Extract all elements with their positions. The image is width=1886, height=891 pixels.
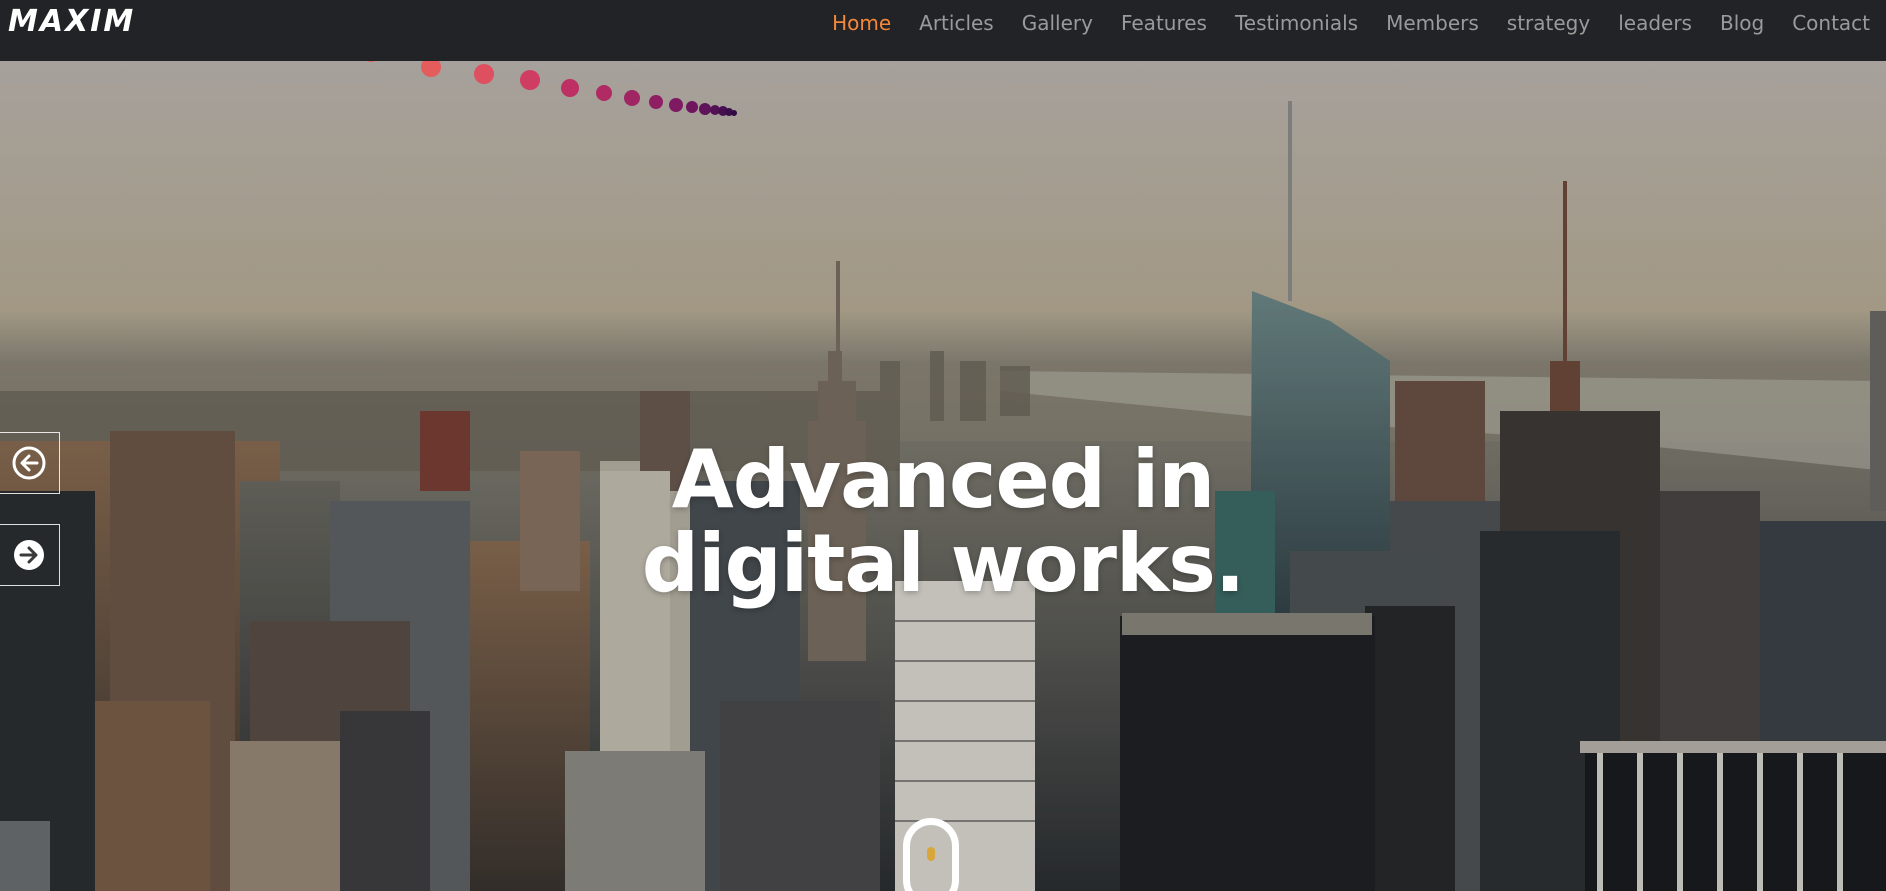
nav-item-articles[interactable]: Articles [905, 11, 1008, 35]
navbar: MAXIM Home Articles Gallery Features Tes… [0, 0, 1886, 61]
nav-item-members[interactable]: Members [1372, 11, 1493, 35]
nav-item-features[interactable]: Features [1107, 11, 1221, 35]
nav-item-testimonials[interactable]: Testimonials [1221, 11, 1372, 35]
mouse-scroll-icon [927, 847, 935, 861]
hero-headline-line-2: digital works. [641, 517, 1245, 610]
nav-item-leaders[interactable]: leaders [1604, 11, 1706, 35]
hero-headline: Advanced in digital works. [543, 438, 1343, 606]
hero-headline-line-1: Advanced in [671, 433, 1215, 526]
arrow-left-circle-icon [12, 446, 46, 480]
page: MAXIM Home Articles Gallery Features Tes… [0, 0, 1886, 891]
nav-item-strategy[interactable]: strategy [1493, 11, 1604, 35]
slider-prev-button[interactable] [0, 432, 60, 494]
brand-logo[interactable]: MAXIM [8, 4, 135, 39]
nav-item-gallery[interactable]: Gallery [1008, 11, 1107, 35]
hero-section: Advanced in digital works. [0, 61, 1886, 891]
scroll-down-button[interactable] [903, 818, 959, 891]
nav-item-home[interactable]: Home [818, 11, 905, 35]
nav-item-blog[interactable]: Blog [1706, 11, 1778, 35]
arrow-right-circle-icon [14, 540, 44, 570]
nav-item-contact[interactable]: Contact [1778, 11, 1884, 35]
nav-menu: Home Articles Gallery Features Testimoni… [818, 0, 1884, 46]
slider-next-button[interactable] [0, 524, 60, 586]
decorative-dot-trail [366, 61, 737, 116]
